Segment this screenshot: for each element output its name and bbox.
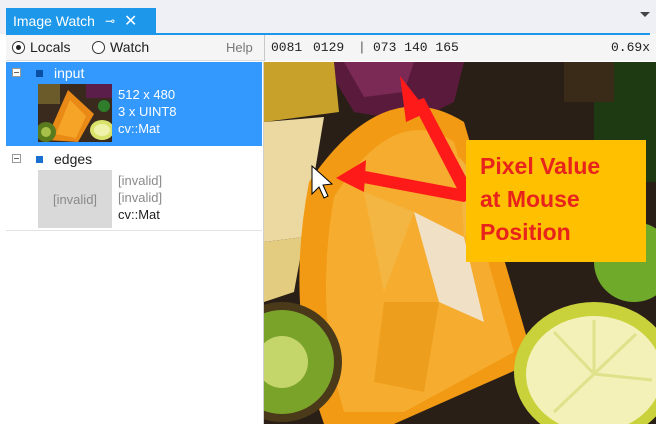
locals-radio[interactable]: Locals [12,39,70,55]
input-type: 3 x UINT8 [118,104,177,119]
help-link[interactable]: Help [226,40,253,55]
variable-type-icon [36,70,43,77]
window-menu-icon[interactable] [640,12,650,17]
variable-name: input [54,65,85,81]
edges-size: [invalid] [118,173,163,188]
callout-line-3: Position [480,219,571,245]
watch-label: Watch [110,39,150,55]
image-watch-tab[interactable]: Image Watch ⊸ ✕ [6,8,156,34]
variable-list: input 512 x 480 3 x UINT8 cv::Mat edges … [6,62,264,424]
edges-thumbnail[interactable]: [invalid] [38,170,112,228]
annotation-callout: Pixel Value at Mouse Position [466,140,646,262]
pixel-info-separator: | [358,40,366,55]
pixel-info-bar: 0081 0129 | 073 140 165 0.69x [264,35,656,61]
zoom-level: 0.69x [611,40,651,55]
input-class: cv::Mat [118,121,160,136]
input-thumbnail[interactable] [36,84,114,142]
edges-class: cv::Mat [118,207,160,222]
callout-line-2: at Mouse [480,186,580,212]
tool-window-title-bar: Image Watch ⊸ ✕ [0,0,656,34]
watch-radio[interactable]: Watch [92,39,149,55]
variable-type-icon [36,156,43,163]
pixel-y-coordinate: 0129 [313,40,345,55]
list-divider [6,230,262,231]
list-item-input[interactable]: input 512 x 480 3 x UINT8 cv::Mat [6,62,262,146]
input-metadata: 512 x 480 3 x UINT8 cv::Mat [118,86,177,137]
list-item-edges[interactable]: edges [invalid] [invalid] [invalid] cv::… [6,148,262,232]
collapse-toggle-icon[interactable] [12,154,21,163]
variable-name: edges [54,151,93,167]
input-size: 512 x 480 [118,87,176,102]
pixel-x-coordinate: 0081 [271,40,303,55]
close-icon[interactable]: ✕ [124,11,137,31]
callout-line-1: Pixel Value [480,153,601,179]
edges-metadata: [invalid] [invalid] cv::Mat [118,172,162,223]
toolbar: Locals Watch Help 0081 0129 | 073 140 16… [6,35,656,61]
watch-radio-button[interactable] [92,40,105,54]
edges-type: [invalid] [118,190,163,205]
pin-icon[interactable]: ⊸ [105,14,115,28]
pixel-values: 073 140 165 [373,40,459,55]
locals-label: Locals [30,39,71,55]
tab-title: Image Watch [13,13,95,29]
locals-radio-button[interactable] [12,40,25,54]
collapse-toggle-icon[interactable] [12,68,21,77]
